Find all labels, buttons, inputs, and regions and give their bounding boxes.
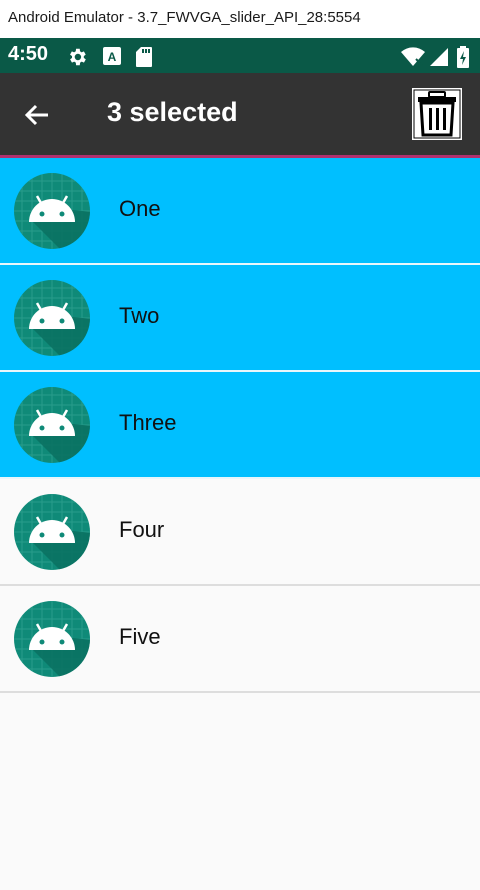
list-item[interactable]: One xyxy=(0,158,480,265)
page-title: 3 selected xyxy=(107,97,238,127)
list-item-label: Two xyxy=(119,303,160,328)
trash-icon xyxy=(412,89,462,144)
list-item[interactable]: Four xyxy=(0,479,480,586)
item-list: One Two Three Four Five xyxy=(0,158,480,693)
list-item[interactable]: Three xyxy=(0,372,480,479)
list-item-label: One xyxy=(119,196,161,221)
android-avatar-icon xyxy=(13,386,91,464)
list-item-label: Five xyxy=(119,624,161,649)
settings-gear-icon xyxy=(66,46,88,72)
android-avatar-icon xyxy=(13,279,91,357)
android-avatar-icon xyxy=(13,600,91,678)
svg-text:A: A xyxy=(108,50,117,64)
list-item[interactable]: Five xyxy=(0,586,480,693)
list-item-label: Three xyxy=(119,410,177,435)
sd-card-icon xyxy=(135,46,153,72)
status-time: 4:50 xyxy=(8,43,49,65)
action-mode-toolbar: 3 selected xyxy=(0,73,480,155)
wifi-icon xyxy=(400,46,426,72)
list-item-label: Four xyxy=(119,517,165,542)
status-bar: 4:50 A xyxy=(0,38,480,73)
battery-icon xyxy=(456,46,470,72)
delete-button[interactable] xyxy=(412,88,462,140)
window-title: Android Emulator - 3.7_FWVGA_slider_API_… xyxy=(0,0,480,38)
list-item[interactable]: Two xyxy=(0,265,480,372)
a-keyboard-icon: A xyxy=(102,46,122,70)
signal-icon xyxy=(428,46,450,72)
arrow-back-icon[interactable] xyxy=(22,100,52,130)
android-avatar-icon xyxy=(13,493,91,571)
android-avatar-icon xyxy=(13,172,91,250)
